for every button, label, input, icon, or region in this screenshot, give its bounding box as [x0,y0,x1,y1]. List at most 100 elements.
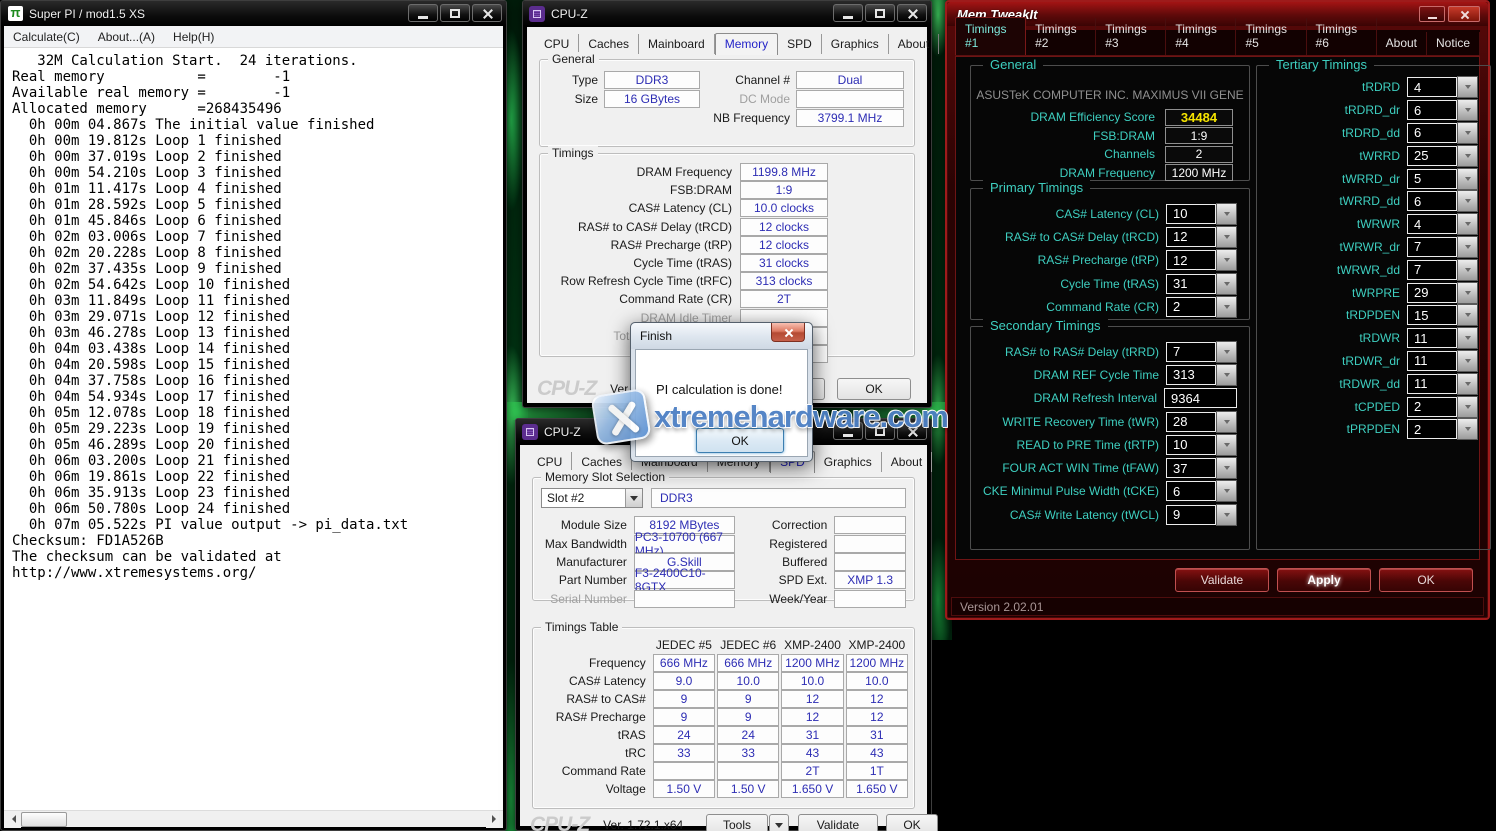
timing-value-dropdown[interactable]: 12 [1166,250,1216,270]
memtweakit-tab[interactable]: Timings #2 [1026,18,1096,55]
cpuz-tab[interactable]: SPD [778,34,822,54]
dropdown-button[interactable] [1216,364,1237,386]
timing-value-dropdown[interactable]: 6 [1407,123,1457,143]
minimize-button[interactable] [1419,6,1445,22]
dropdown-button[interactable] [1216,226,1237,248]
cpuz-tab[interactable]: Caches [572,452,632,472]
memtweakit-tab[interactable]: Timings #4 [1166,18,1236,55]
minimize-button[interactable] [833,4,863,22]
timing-value-dropdown[interactable]: 11 [1407,328,1457,348]
ok-button[interactable]: OK [886,814,938,831]
cpuz-tab[interactable]: Graphics [815,452,882,472]
timing-value-dropdown[interactable]: 2 [1407,419,1457,439]
superpi-titlebar[interactable]: π Super PI / mod1.5 XS [1,1,506,26]
timing-value-dropdown[interactable]: 31 [1166,274,1216,294]
close-button[interactable] [472,4,502,22]
cpuz-titlebar[interactable]: CPU-Z [523,1,931,26]
cpuz-tab[interactable]: CPU [528,452,572,472]
dropdown-button[interactable] [1457,168,1478,190]
cpuz-tab[interactable]: Mainboard [639,34,715,54]
close-button[interactable] [897,4,927,22]
slot-select-button[interactable] [625,489,642,507]
dropdown-button[interactable] [1457,190,1478,212]
dropdown-button[interactable] [1216,504,1237,526]
cpuz-tab[interactable]: About [889,34,939,54]
timing-value-dropdown[interactable]: 6 [1407,191,1457,211]
tools-button[interactable]: Tools [706,814,768,831]
menu-calculate[interactable]: Calculate(C) [4,30,89,44]
memtweakit-tab[interactable]: About [1377,32,1427,55]
dropdown-button[interactable] [1216,341,1237,363]
dropdown-button[interactable] [1216,203,1237,225]
scrollbar-thumb[interactable] [21,812,67,827]
close-button[interactable] [1448,6,1480,22]
timing-value-dropdown[interactable]: 2 [1407,397,1457,417]
dropdown-button[interactable] [1216,273,1237,295]
timing-value-dropdown[interactable]: 12 [1166,227,1216,247]
dropdown-button[interactable] [1216,296,1237,318]
dropdown-button[interactable] [1457,327,1478,349]
timing-value-dropdown[interactable]: 7 [1166,342,1216,362]
cpuz-tab[interactable]: Graphics [822,34,889,54]
scroll-right-button[interactable] [486,811,503,828]
timing-value-dropdown[interactable]: 15 [1407,305,1457,325]
slot-select[interactable]: Slot #2 [541,488,643,508]
cpuz-tab[interactable]: About [882,452,932,472]
cpuz-tab[interactable]: Caches [579,34,639,54]
ok-button[interactable]: OK [1379,568,1473,592]
timing-value-dropdown[interactable]: 7 [1407,237,1457,257]
timing-value-dropdown[interactable]: 5 [1407,169,1457,189]
timing-value-dropdown[interactable]: 11 [1407,351,1457,371]
dropdown-button[interactable] [1457,145,1478,167]
timing-value-dropdown[interactable]: 28 [1166,412,1216,432]
dropdown-button[interactable] [1216,411,1237,433]
dropdown-button[interactable] [1457,396,1478,418]
dropdown-button[interactable] [1457,76,1478,98]
minimize-button[interactable] [408,4,438,22]
dropdown-button[interactable] [1216,434,1237,456]
dropdown-button[interactable] [1457,213,1478,235]
dropdown-button[interactable] [1457,122,1478,144]
dropdown-button[interactable] [1457,304,1478,326]
timing-value-dropdown[interactable]: 10 [1166,204,1216,224]
memtweakit-tab[interactable]: Timings #1 [955,17,1026,55]
finish-titlebar[interactable]: Finish [631,323,812,349]
validate-button[interactable]: Validate [1175,568,1269,592]
dropdown-button[interactable] [1457,373,1478,395]
timing-value-dropdown[interactable]: 6 [1407,100,1457,120]
apply-button[interactable]: Apply [1277,568,1371,592]
dropdown-button[interactable] [1457,259,1478,281]
timing-value-dropdown[interactable]: 4 [1407,214,1457,234]
dropdown-button[interactable] [1457,99,1478,121]
timing-value-dropdown[interactable]: 9364 [1164,388,1237,408]
horizontal-scrollbar[interactable] [4,810,503,827]
tools-dropdown-button[interactable] [769,814,789,831]
memtweakit-tab[interactable]: Notice [1427,32,1480,55]
timing-value-dropdown[interactable]: 6 [1166,481,1216,501]
timing-value-dropdown[interactable]: 2 [1166,297,1216,317]
menu-help[interactable]: Help(H) [164,30,223,44]
timing-value-dropdown[interactable]: 11 [1407,374,1457,394]
timing-value-dropdown[interactable]: 37 [1166,458,1216,478]
validate-button[interactable]: Validate [798,814,878,831]
dropdown-button[interactable] [1216,480,1237,502]
timing-value-dropdown[interactable]: 4 [1407,77,1457,97]
cpuz-tab[interactable]: Memory [715,33,778,55]
memtweakit-tab[interactable]: Timings #3 [1096,18,1166,55]
dropdown-button[interactable] [1216,457,1237,479]
dropdown-button[interactable] [1457,282,1478,304]
cpuz-tab[interactable]: CPU [535,34,579,54]
maximize-button[interactable] [865,4,895,22]
dropdown-button[interactable] [1457,418,1478,440]
maximize-button[interactable] [440,4,470,22]
timing-value-dropdown[interactable]: 9 [1166,505,1216,525]
timing-value-dropdown[interactable]: 10 [1166,435,1216,455]
memtweakit-tab[interactable]: Timings #5 [1236,18,1306,55]
timing-value-dropdown[interactable]: 29 [1407,283,1457,303]
timing-value-dropdown[interactable]: 7 [1407,260,1457,280]
timing-value-dropdown[interactable]: 313 [1166,365,1216,385]
close-button[interactable] [771,323,805,342]
timing-value-dropdown[interactable]: 25 [1407,146,1457,166]
menu-about[interactable]: About...(A) [89,30,164,44]
dropdown-button[interactable] [1216,249,1237,271]
